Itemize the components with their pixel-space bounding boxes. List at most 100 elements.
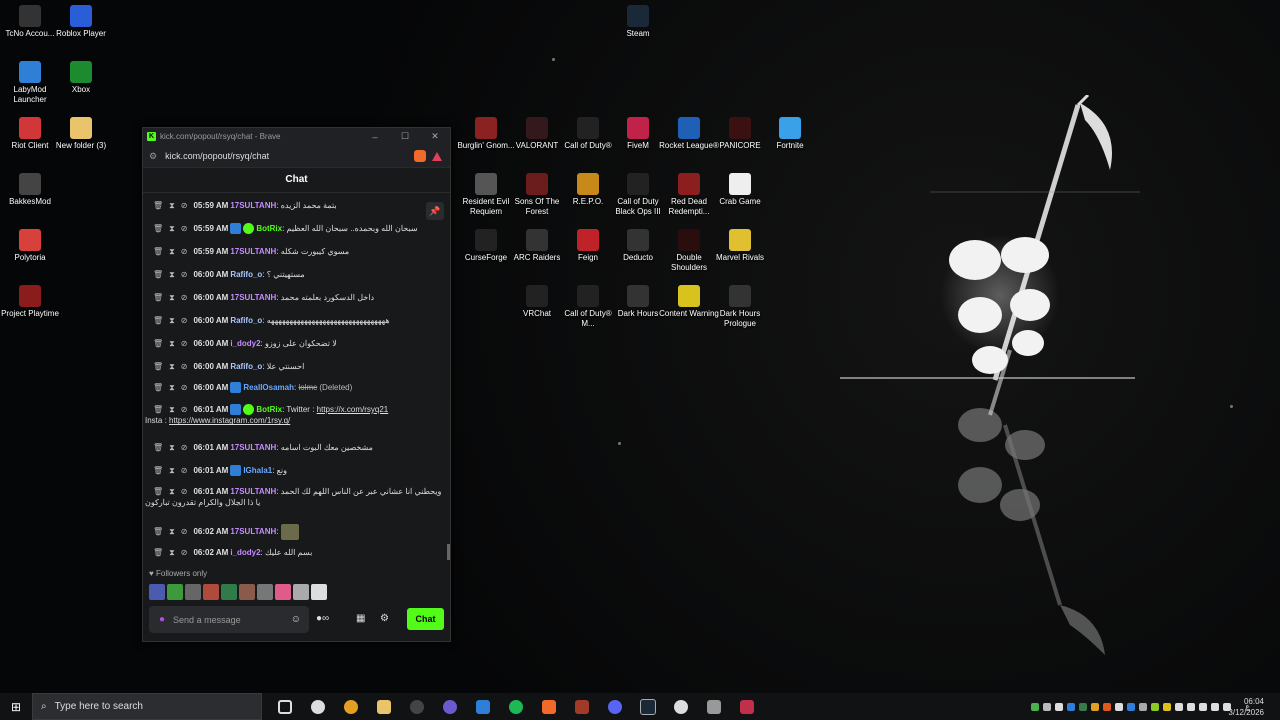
timeout-user-icon[interactable]: ⧗ <box>169 339 175 348</box>
message-link[interactable]: https://www.instagram.com/1rsy.q/ <box>169 416 290 425</box>
ban-user-icon[interactable]: ⊘ <box>181 527 188 536</box>
maximize-button[interactable]: ☐ <box>390 131 420 142</box>
desktop-shortcut[interactable]: BakkesMod <box>0 173 60 207</box>
ban-user-icon[interactable]: ⊘ <box>181 293 188 302</box>
volume-icon[interactable] <box>1199 702 1208 711</box>
tray-app-icon[interactable] <box>1043 702 1052 711</box>
url-text[interactable]: kick.com/popout/rsyq/chat <box>165 151 414 161</box>
desktop-shortcut[interactable]: Polytoria <box>0 229 60 263</box>
timeout-user-icon[interactable]: ⧗ <box>169 527 175 536</box>
delete-message-icon[interactable]: 🗑 <box>153 316 163 325</box>
brave-rewards-icon[interactable] <box>432 151 442 161</box>
settings-app-icon[interactable] <box>301 693 334 720</box>
ban-user-icon[interactable]: ⊘ <box>181 270 188 279</box>
steam-taskbar-icon[interactable] <box>631 693 664 720</box>
delete-message-icon[interactable]: 🗑 <box>153 405 163 414</box>
timeout-user-icon[interactable]: ⧗ <box>169 293 175 302</box>
tray-app-icon[interactable] <box>1187 702 1196 711</box>
desktop-shortcut[interactable]: New folder (3) <box>51 117 111 151</box>
delete-message-icon[interactable]: 🗑 <box>153 224 163 233</box>
desktop-shortcut[interactable]: Project Playtime <box>0 285 60 319</box>
chat-username[interactable]: 17SULTANH <box>230 527 276 536</box>
ban-user-icon[interactable]: ⊘ <box>181 466 188 475</box>
tray-app-icon[interactable] <box>1079 702 1088 711</box>
ban-user-icon[interactable]: ⊘ <box>181 339 188 348</box>
emoji-icon[interactable]: ☺ <box>291 614 301 625</box>
spotify-icon[interactable] <box>499 693 532 720</box>
game-launcher-icon[interactable] <box>565 693 598 720</box>
chat-username[interactable]: 17SULTANH <box>230 201 276 210</box>
timeout-user-icon[interactable]: ⧗ <box>169 548 175 557</box>
desktop-shortcut[interactable]: Xbox <box>51 61 111 95</box>
chat-username[interactable]: Rafifo_o <box>230 362 262 371</box>
delete-message-icon[interactable]: 🗑 <box>153 339 163 348</box>
chat-username[interactable]: BotRix <box>256 405 282 414</box>
desktop-shortcut[interactable]: Crab Game <box>710 173 770 207</box>
desktop-shortcut[interactable]: Fortnite <box>760 117 820 151</box>
desktop-shortcut[interactable]: Steam <box>608 5 668 39</box>
tray-app-icon[interactable] <box>1175 702 1184 711</box>
ban-user-icon[interactable]: ⊘ <box>181 224 188 233</box>
timeout-user-icon[interactable]: ⧗ <box>169 383 175 392</box>
timeout-user-icon[interactable]: ⧗ <box>169 405 175 414</box>
network-icon[interactable] <box>1211 702 1220 711</box>
tray-app-icon[interactable] <box>1127 702 1136 711</box>
tray-app-icon[interactable] <box>1139 702 1148 711</box>
tray-app-icon[interactable] <box>1067 702 1076 711</box>
obs-icon[interactable] <box>400 693 433 720</box>
discord-ptb-icon[interactable] <box>433 693 466 720</box>
brave-shield-icon[interactable] <box>414 150 426 162</box>
ban-user-icon[interactable]: ⊘ <box>181 316 188 325</box>
ban-user-icon[interactable]: ⊘ <box>181 548 188 557</box>
delete-message-icon[interactable]: 🗑 <box>153 487 163 496</box>
delete-message-icon[interactable]: 🗑 <box>153 527 163 536</box>
message-link[interactable]: https://x.com/rsyq21 <box>317 405 389 414</box>
taskbar-search-box[interactable]: ⌕ Type here to search <box>32 693 262 720</box>
emote-icon[interactable] <box>185 584 201 600</box>
github-icon[interactable] <box>664 693 697 720</box>
emote-icon[interactable] <box>203 584 219 600</box>
chat-username[interactable]: i_dody2 <box>230 548 260 557</box>
ban-user-icon[interactable]: ⊘ <box>181 383 188 392</box>
emote-icon[interactable] <box>221 584 237 600</box>
brave-icon[interactable] <box>532 693 565 720</box>
chat-username[interactable]: Rafifo_o <box>230 316 262 325</box>
file-explorer-icon[interactable] <box>367 693 400 720</box>
timeout-user-icon[interactable]: ⧗ <box>169 270 175 279</box>
delete-message-icon[interactable]: 🗑 <box>153 466 163 475</box>
timeout-user-icon[interactable]: ⧗ <box>169 201 175 210</box>
chrome-icon[interactable] <box>334 693 367 720</box>
chat-username[interactable]: i_dody2 <box>230 339 260 348</box>
delete-message-icon[interactable]: 🗑 <box>153 443 163 452</box>
chat-username[interactable]: RealIOsamah <box>243 383 294 392</box>
emote-icon[interactable] <box>257 584 273 600</box>
chat-username[interactable]: Rafifo_o <box>230 270 262 279</box>
emote-icon[interactable] <box>275 584 291 600</box>
emote-icon[interactable] <box>149 584 165 600</box>
delete-message-icon[interactable]: 🗑 <box>153 270 163 279</box>
tray-app-icon[interactable] <box>1103 702 1112 711</box>
task-view-icon[interactable] <box>268 693 301 720</box>
microphone-icon[interactable]: ● <box>159 614 165 625</box>
chat-username[interactable]: IGhala1 <box>243 466 272 475</box>
emote-icon[interactable] <box>293 584 309 600</box>
desktop-shortcut[interactable]: Marvel Rivals <box>710 229 770 263</box>
taskbar-clock[interactable]: 06:04 3/12/2026 <box>1228 696 1264 718</box>
discord-icon[interactable] <box>598 693 631 720</box>
delete-message-icon[interactable]: 🗑 <box>153 362 163 371</box>
site-settings-icon[interactable]: ⚙ <box>149 151 157 162</box>
timeout-user-icon[interactable]: ⧗ <box>169 466 175 475</box>
chat-message-input[interactable]: ● Send a message ☺ <box>149 606 309 633</box>
desktop-shortcut[interactable]: Roblox Player <box>51 5 111 39</box>
chat-scrollbar[interactable] <box>447 544 450 560</box>
settings-gear-icon[interactable]: ⚙ <box>380 613 389 624</box>
microphone-tray-icon[interactable] <box>1115 702 1124 711</box>
emote-icon[interactable] <box>311 584 327 600</box>
timeout-user-icon[interactable]: ⧗ <box>169 247 175 256</box>
ban-user-icon[interactable]: ⊘ <box>181 201 188 210</box>
tray-app-icon[interactable] <box>1031 702 1040 711</box>
chat-username[interactable]: BotRix <box>256 224 282 233</box>
delete-message-icon[interactable]: 🗑 <box>153 201 163 210</box>
tray-app-icon[interactable] <box>1163 702 1172 711</box>
close-button[interactable]: ✕ <box>420 131 450 142</box>
